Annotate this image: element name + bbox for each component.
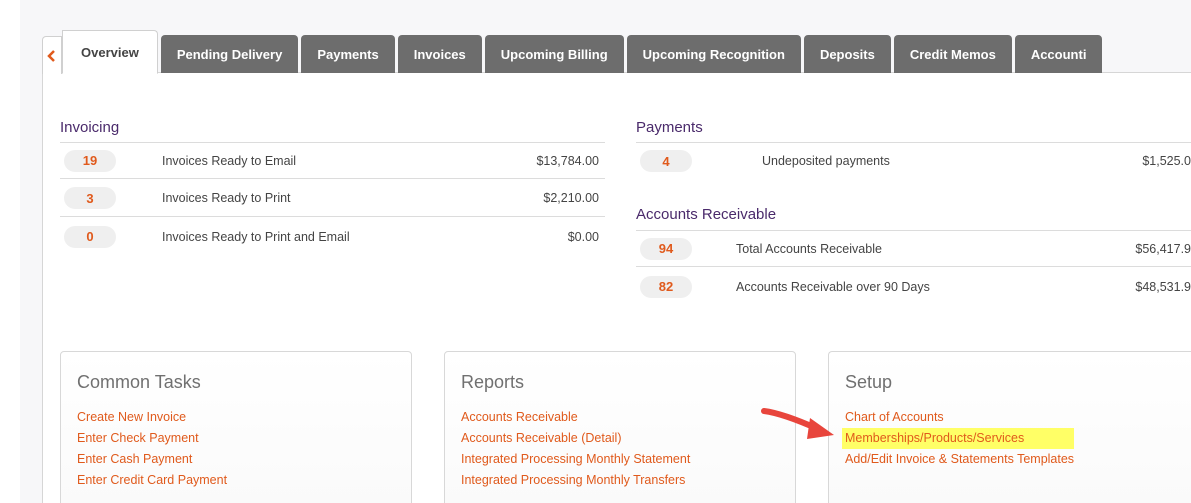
tab-overview[interactable]: Overview (62, 30, 158, 74)
tab-upcoming-billing[interactable]: Upcoming Billing (484, 35, 624, 73)
row-amount: $1,525.0 (1142, 154, 1191, 168)
invoicing-row-email[interactable]: 19 Invoices Ready to Email $13,784.00 (60, 142, 605, 179)
payments-heading: Payments (636, 119, 703, 136)
row-label: Invoices Ready to Print (162, 191, 291, 205)
tab-scroll-left-button[interactable] (42, 36, 62, 74)
annotation-arrow-icon (761, 408, 834, 439)
receivable-heading: Accounts Receivable (636, 206, 777, 223)
row-label: Undeposited payments (762, 154, 890, 168)
count-badge: 3 (64, 187, 116, 209)
tab-payments[interactable]: Payments (301, 35, 395, 73)
link-memberships-products-services[interactable]: Memberships/Products/Services (842, 428, 1075, 449)
tab-deposits[interactable]: Deposits (803, 35, 891, 73)
reports-links: Accounts Receivable Accounts Receivable … (461, 407, 690, 491)
common-tasks-card: Common Tasks Create New Invoice Enter Ch… (60, 351, 412, 503)
setup-links: Chart of Accounts Memberships/Products/S… (842, 407, 1075, 470)
reports-heading: Reports (461, 372, 525, 392)
count-badge: 0 (64, 225, 116, 248)
receivable-row-over-90[interactable]: 82 Accounts Receivable over 90 Days $48,… (636, 268, 1191, 305)
tab-accounting[interactable]: Accounti (1014, 35, 1103, 73)
tab-bar: Overview Pending Delivery Payments Invoi… (42, 29, 1103, 74)
link-enter-cash-payment[interactable]: Enter Cash Payment (77, 449, 227, 470)
tab-invoices[interactable]: Invoices (397, 35, 482, 73)
link-chart-of-accounts[interactable]: Chart of Accounts (845, 407, 1074, 428)
payments-row-undeposited[interactable]: 4 Undeposited payments $1,525.0 (636, 142, 1191, 179)
row-amount: $56,417.9 (1135, 241, 1191, 256)
link-enter-credit-card-payment[interactable]: Enter Credit Card Payment (77, 470, 227, 491)
setup-heading: Setup (845, 372, 893, 392)
receivable-row-total[interactable]: 94 Total Accounts Receivable $56,417.9 (636, 230, 1191, 267)
count-badge: 4 (640, 150, 692, 172)
row-label: Invoices Ready to Print and Email (162, 229, 350, 244)
row-amount: $13,784.00 (536, 153, 599, 168)
tab-upcoming-recognition[interactable]: Upcoming Recognition (626, 35, 801, 73)
link-monthly-transfers[interactable]: Integrated Processing Monthly Transfers (461, 470, 690, 491)
link-accounts-receivable[interactable]: Accounts Receivable (461, 407, 690, 428)
row-label: Total Accounts Receivable (736, 241, 882, 256)
row-amount: $48,531.9 (1135, 279, 1191, 294)
setup-card: Setup Chart of Accounts Memberships/Prod… (828, 351, 1191, 503)
row-amount: $0.00 (567, 229, 599, 244)
link-create-new-invoice[interactable]: Create New Invoice (77, 407, 227, 428)
tab-pending-delivery[interactable]: Pending Delivery (160, 35, 299, 73)
invoicing-row-print-email[interactable]: 0 Invoices Ready to Print and Email $0.0… (60, 218, 605, 255)
common-tasks-heading: Common Tasks (77, 372, 201, 392)
link-monthly-statement[interactable]: Integrated Processing Monthly Statement (461, 449, 690, 470)
link-accounts-receivable-detail[interactable]: Accounts Receivable (Detail) (461, 428, 690, 449)
invoicing-heading: Invoicing (60, 119, 120, 136)
count-badge: 94 (640, 237, 692, 260)
invoicing-row-print[interactable]: 3 Invoices Ready to Print $2,210.00 (60, 180, 605, 217)
chevron-left-icon (47, 49, 55, 62)
tab-credit-memos[interactable]: Credit Memos (893, 35, 1012, 73)
link-invoice-statement-templates[interactable]: Add/Edit Invoice & Statements Templates (845, 449, 1074, 470)
reports-card: Reports Accounts Receivable Accounts Rec… (444, 351, 796, 503)
common-tasks-links: Create New Invoice Enter Check Payment E… (77, 407, 227, 491)
row-label: Invoices Ready to Email (162, 153, 297, 168)
link-enter-check-payment[interactable]: Enter Check Payment (77, 428, 227, 449)
count-badge: 82 (640, 275, 692, 298)
row-label: Accounts Receivable over 90 Days (736, 279, 930, 294)
count-badge: 19 (64, 149, 116, 172)
row-amount: $2,210.00 (543, 191, 599, 205)
